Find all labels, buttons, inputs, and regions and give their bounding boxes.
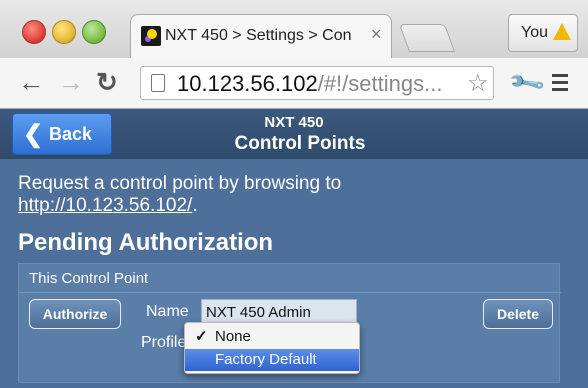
app-header: ❮ Back NXT 450 Control Points <box>0 109 588 159</box>
option-label: None <box>215 328 251 345</box>
page-icon <box>151 74 165 92</box>
request-link[interactable]: http://10.123.56.102/ <box>18 195 192 216</box>
delete-button[interactable]: Delete <box>483 299 553 329</box>
browser-tab-active[interactable]: NXT 450 > Settings > Con × <box>130 14 392 58</box>
menu-icon[interactable] <box>552 74 568 95</box>
page-title: Control Points <box>234 133 366 154</box>
wrench-icon[interactable]: 🔧 <box>506 63 547 104</box>
tab-close-icon[interactable]: × <box>371 24 382 45</box>
window-zoom-icon[interactable] <box>82 20 106 44</box>
profile-option-none[interactable]: ✓ None <box>185 326 359 348</box>
request-text: Request a control point by browsing to <box>18 173 342 194</box>
profile-button[interactable]: You <box>508 14 578 52</box>
panel-header: This Control Point <box>19 264 561 293</box>
site-favicon-icon <box>141 26 161 46</box>
tab-strip: NXT 450 > Settings > Con × You <box>0 0 588 58</box>
option-label: Factory Default <box>215 351 317 368</box>
request-instructions: Request a control point by browsing to h… <box>18 173 341 217</box>
url-path: /#!/settings... <box>317 71 443 96</box>
window-close-icon[interactable] <box>22 20 46 44</box>
panel-title: This Control Point <box>29 270 149 287</box>
profile-option-factory-default[interactable]: Factory Default <box>185 349 359 371</box>
address-bar[interactable]: 10.123.56.102/#!/settings... ☆ <box>140 66 494 100</box>
warning-icon <box>553 23 571 40</box>
authorize-button[interactable]: Authorize <box>29 299 121 329</box>
forward-arrow-icon[interactable]: → <box>58 67 84 97</box>
check-icon: ✓ <box>195 328 208 345</box>
page-subtitle: NXT 450 <box>264 114 324 131</box>
profile-label: You <box>521 24 548 41</box>
url-host: 10.123.56.102 <box>177 71 318 96</box>
window-minimize-icon[interactable] <box>52 20 76 44</box>
browser-toolbar: ← → ↻ 10.123.56.102/#!/settings... ☆ 🔧 <box>0 58 588 109</box>
new-tab-button[interactable] <box>398 24 456 52</box>
pending-heading: Pending Authorization <box>18 229 274 256</box>
name-label: Name <box>146 303 189 320</box>
bookmark-star-icon[interactable]: ☆ <box>467 69 489 98</box>
profile-dropdown[interactable]: ✓ None Factory Default <box>184 322 360 374</box>
back-arrow-icon[interactable]: ← <box>18 67 44 97</box>
reload-icon[interactable]: ↻ <box>96 67 118 97</box>
tab-title: NXT 450 > Settings > Con <box>165 27 352 44</box>
request-suffix: . <box>192 195 198 216</box>
profile-label: Profile <box>141 334 187 351</box>
url-text[interactable]: 10.123.56.102/#!/settings... <box>177 71 442 97</box>
